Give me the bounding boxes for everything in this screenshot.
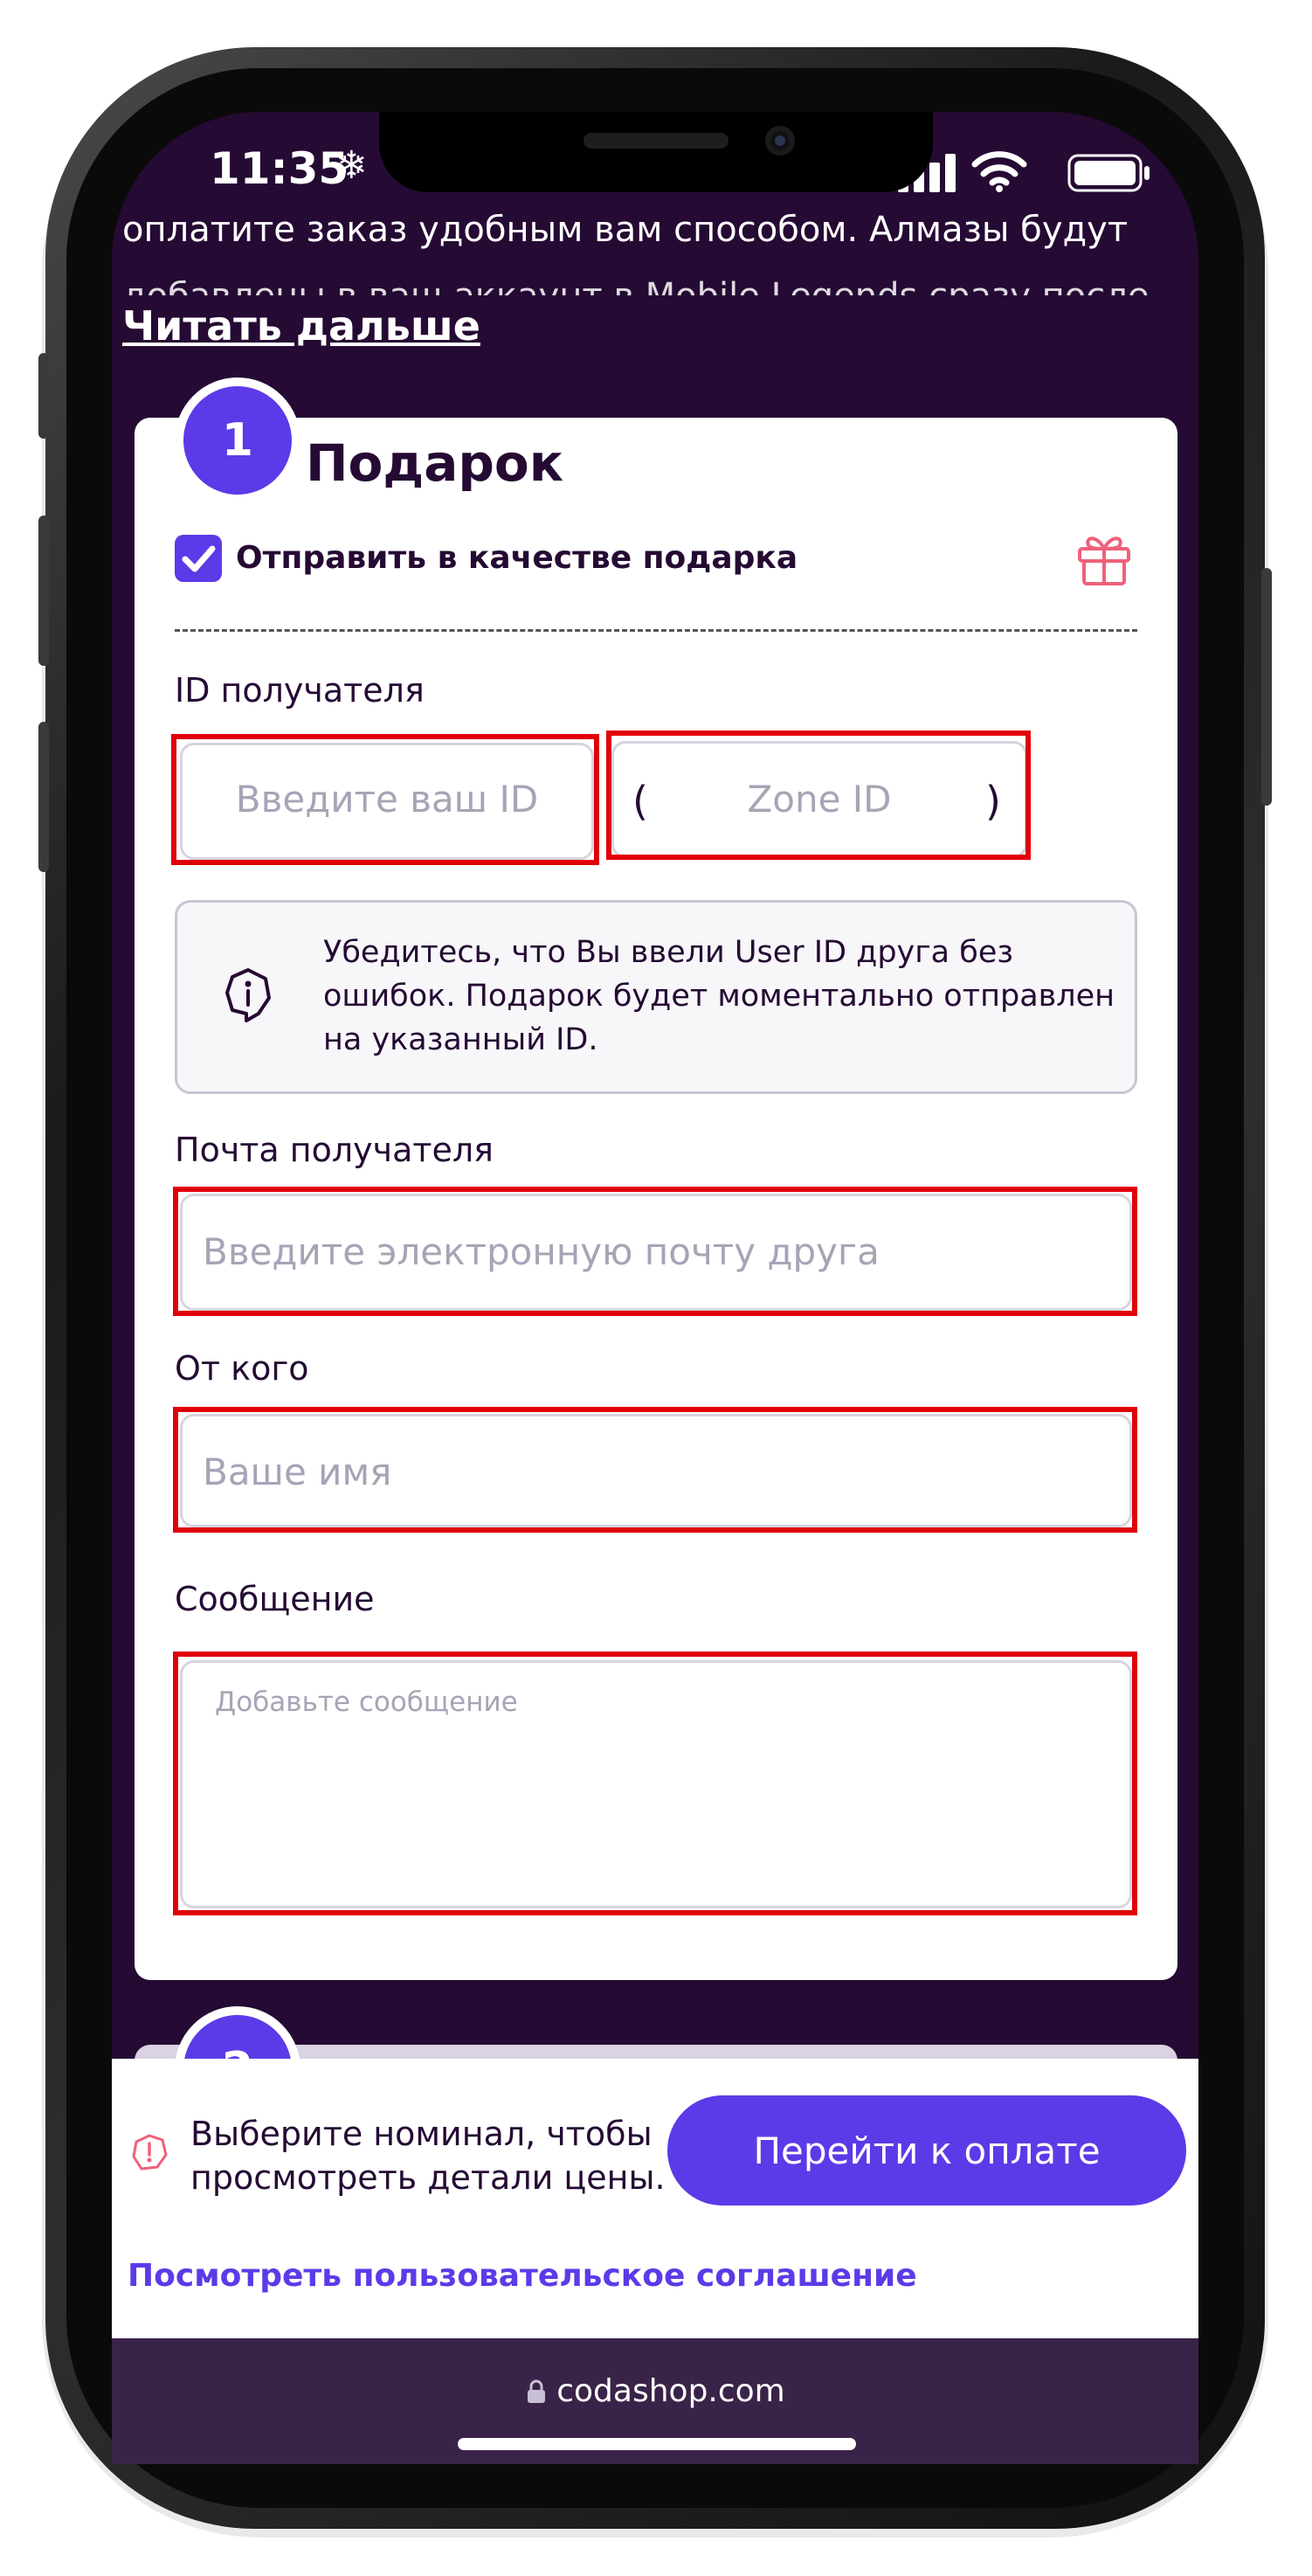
info-text-line: Убедитесь, что Вы ввели User ID друга бе… [323,935,1013,970]
power-button [1261,568,1272,806]
message-label: Сообщение [175,1580,375,1618]
url-display[interactable]: codashop.com [0,2373,1312,2409]
volume-up-button [38,516,49,666]
zone-id-highlight-frame [606,731,1031,860]
message-highlight-frame [173,1652,1137,1915]
earpiece-speaker [583,133,729,149]
from-label: От кого [175,1349,309,1388]
status-time: 11:35 [210,143,349,194]
lock-icon [528,2379,546,2403]
info-text-line: ошибок. Подарок будет моментально отправ… [323,979,1115,1014]
recipient-email-label: Почта получателя [175,1131,494,1169]
divider [175,629,1137,632]
price-warning-line: Выберите номинал, чтобы [190,2115,653,2153]
user-agreement-link[interactable]: Посмотреть пользовательское соглашение [128,2258,917,2294]
volume-down-button [38,722,49,872]
url-text: codashop.com [556,2373,785,2409]
info-text-line: на указанный ID. [323,1022,598,1057]
recipient-email-highlight-frame [173,1187,1137,1316]
send-as-gift-checkbox[interactable] [175,535,222,582]
checkmark-icon [182,545,216,572]
read-more-link[interactable]: Читать дальше [122,302,480,350]
from-highlight-frame [173,1407,1137,1533]
step-number-badge: 1 [175,377,300,503]
description-text: оплатите заказ удобным вам способом. Алм… [122,210,1129,250]
send-as-gift-label[interactable]: Отправить в качестве подарка [236,540,798,576]
price-warning-line: просмотреть детали цены. [190,2158,666,2197]
proceed-to-payment-button[interactable]: Перейти к оплате [667,2095,1186,2206]
description-text-faded: добавлены в ваш аккаунт в Mobile Legends… [122,276,1170,295]
user-id-highlight-frame [171,734,599,865]
warning-icon [132,2134,168,2171]
snowflake-icon: ❄ [335,143,368,188]
silent-switch [38,353,49,439]
home-indicator[interactable] [458,2438,856,2450]
info-chat-icon [225,968,271,1022]
wifi-icon [971,151,1027,192]
recipient-id-label: ID получателя [175,671,425,710]
gift-icon [1078,537,1130,585]
notch [379,112,933,192]
battery-icon [1067,154,1150,192]
front-camera [765,126,795,156]
section-title: Подарок [306,433,564,493]
